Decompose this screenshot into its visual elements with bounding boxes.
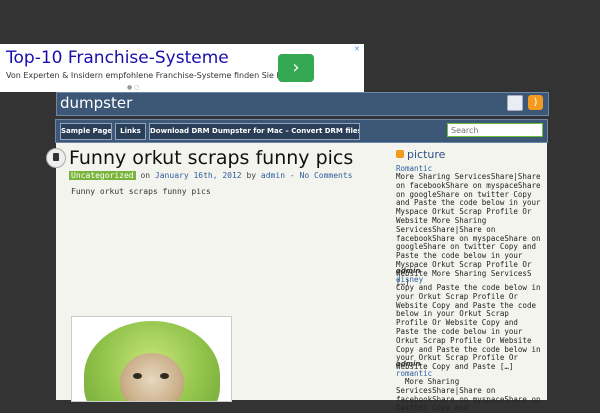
ad-close-icon[interactable]: ✕ [354,46,361,53]
meta-on: on [140,171,151,180]
post-date[interactable]: January 16th, 2012 [155,171,242,180]
sidebar-entry-text: More Sharing ServicesShare|Share on face… [396,377,541,413]
sidebar-heading[interactable]: picture [396,148,445,161]
ad-pagination-dots[interactable]: ● ○ [127,84,139,91]
post-format-icon [46,148,66,168]
ad-arrow-button[interactable]: › [278,54,314,82]
post-author[interactable]: admin [261,171,285,180]
ad-banner[interactable]: Top-10 Franchise-Systeme Von Experten & … [0,44,364,92]
ad-description: Von Experten & Insidern empfohlene Franc… [6,71,294,80]
category-badge[interactable]: Uncategorized [69,171,136,180]
sidebar-entry-text: Copy and Paste the code below in your Or… [396,283,541,372]
main-nav: Sample Page Links Download DRM Dumpster … [55,119,548,143]
sidebar-rss-icon[interactable] [396,150,404,158]
ad-title[interactable]: Top-10 Franchise-Systeme [6,48,229,68]
nav-item-links[interactable]: Links [115,123,146,140]
nav-item-download-drm[interactable]: Download DRM Dumpster for Mac – Convert … [149,123,360,140]
rss-icon[interactable]: ) [528,95,543,110]
site-title[interactable]: dumpster [60,94,132,112]
search-input[interactable] [447,123,543,137]
nav-item-sample-page[interactable]: Sample Page [60,123,112,140]
cat-eye-right [160,373,169,379]
sidebar-heading-text: picture [407,148,446,161]
site-header: dumpster ) [56,92,549,116]
cat-eye-left [133,373,142,379]
meta-by: by [246,171,257,180]
meta-separator: - [289,171,295,180]
sidebar-entry-author: admin [396,360,421,368]
post-meta: Uncategorized on January 16th, 2012 by a… [69,171,352,180]
post-body: Funny orkut scraps funny pics [71,187,211,196]
post-title[interactable]: Funny orkut scraps funny pics [69,147,353,169]
header-button-icon[interactable] [507,95,523,111]
comments-link[interactable]: No Comments [300,171,353,180]
post-image-cat-in-melon[interactable] [71,316,232,402]
sidebar-entry-author: admin [396,267,421,275]
